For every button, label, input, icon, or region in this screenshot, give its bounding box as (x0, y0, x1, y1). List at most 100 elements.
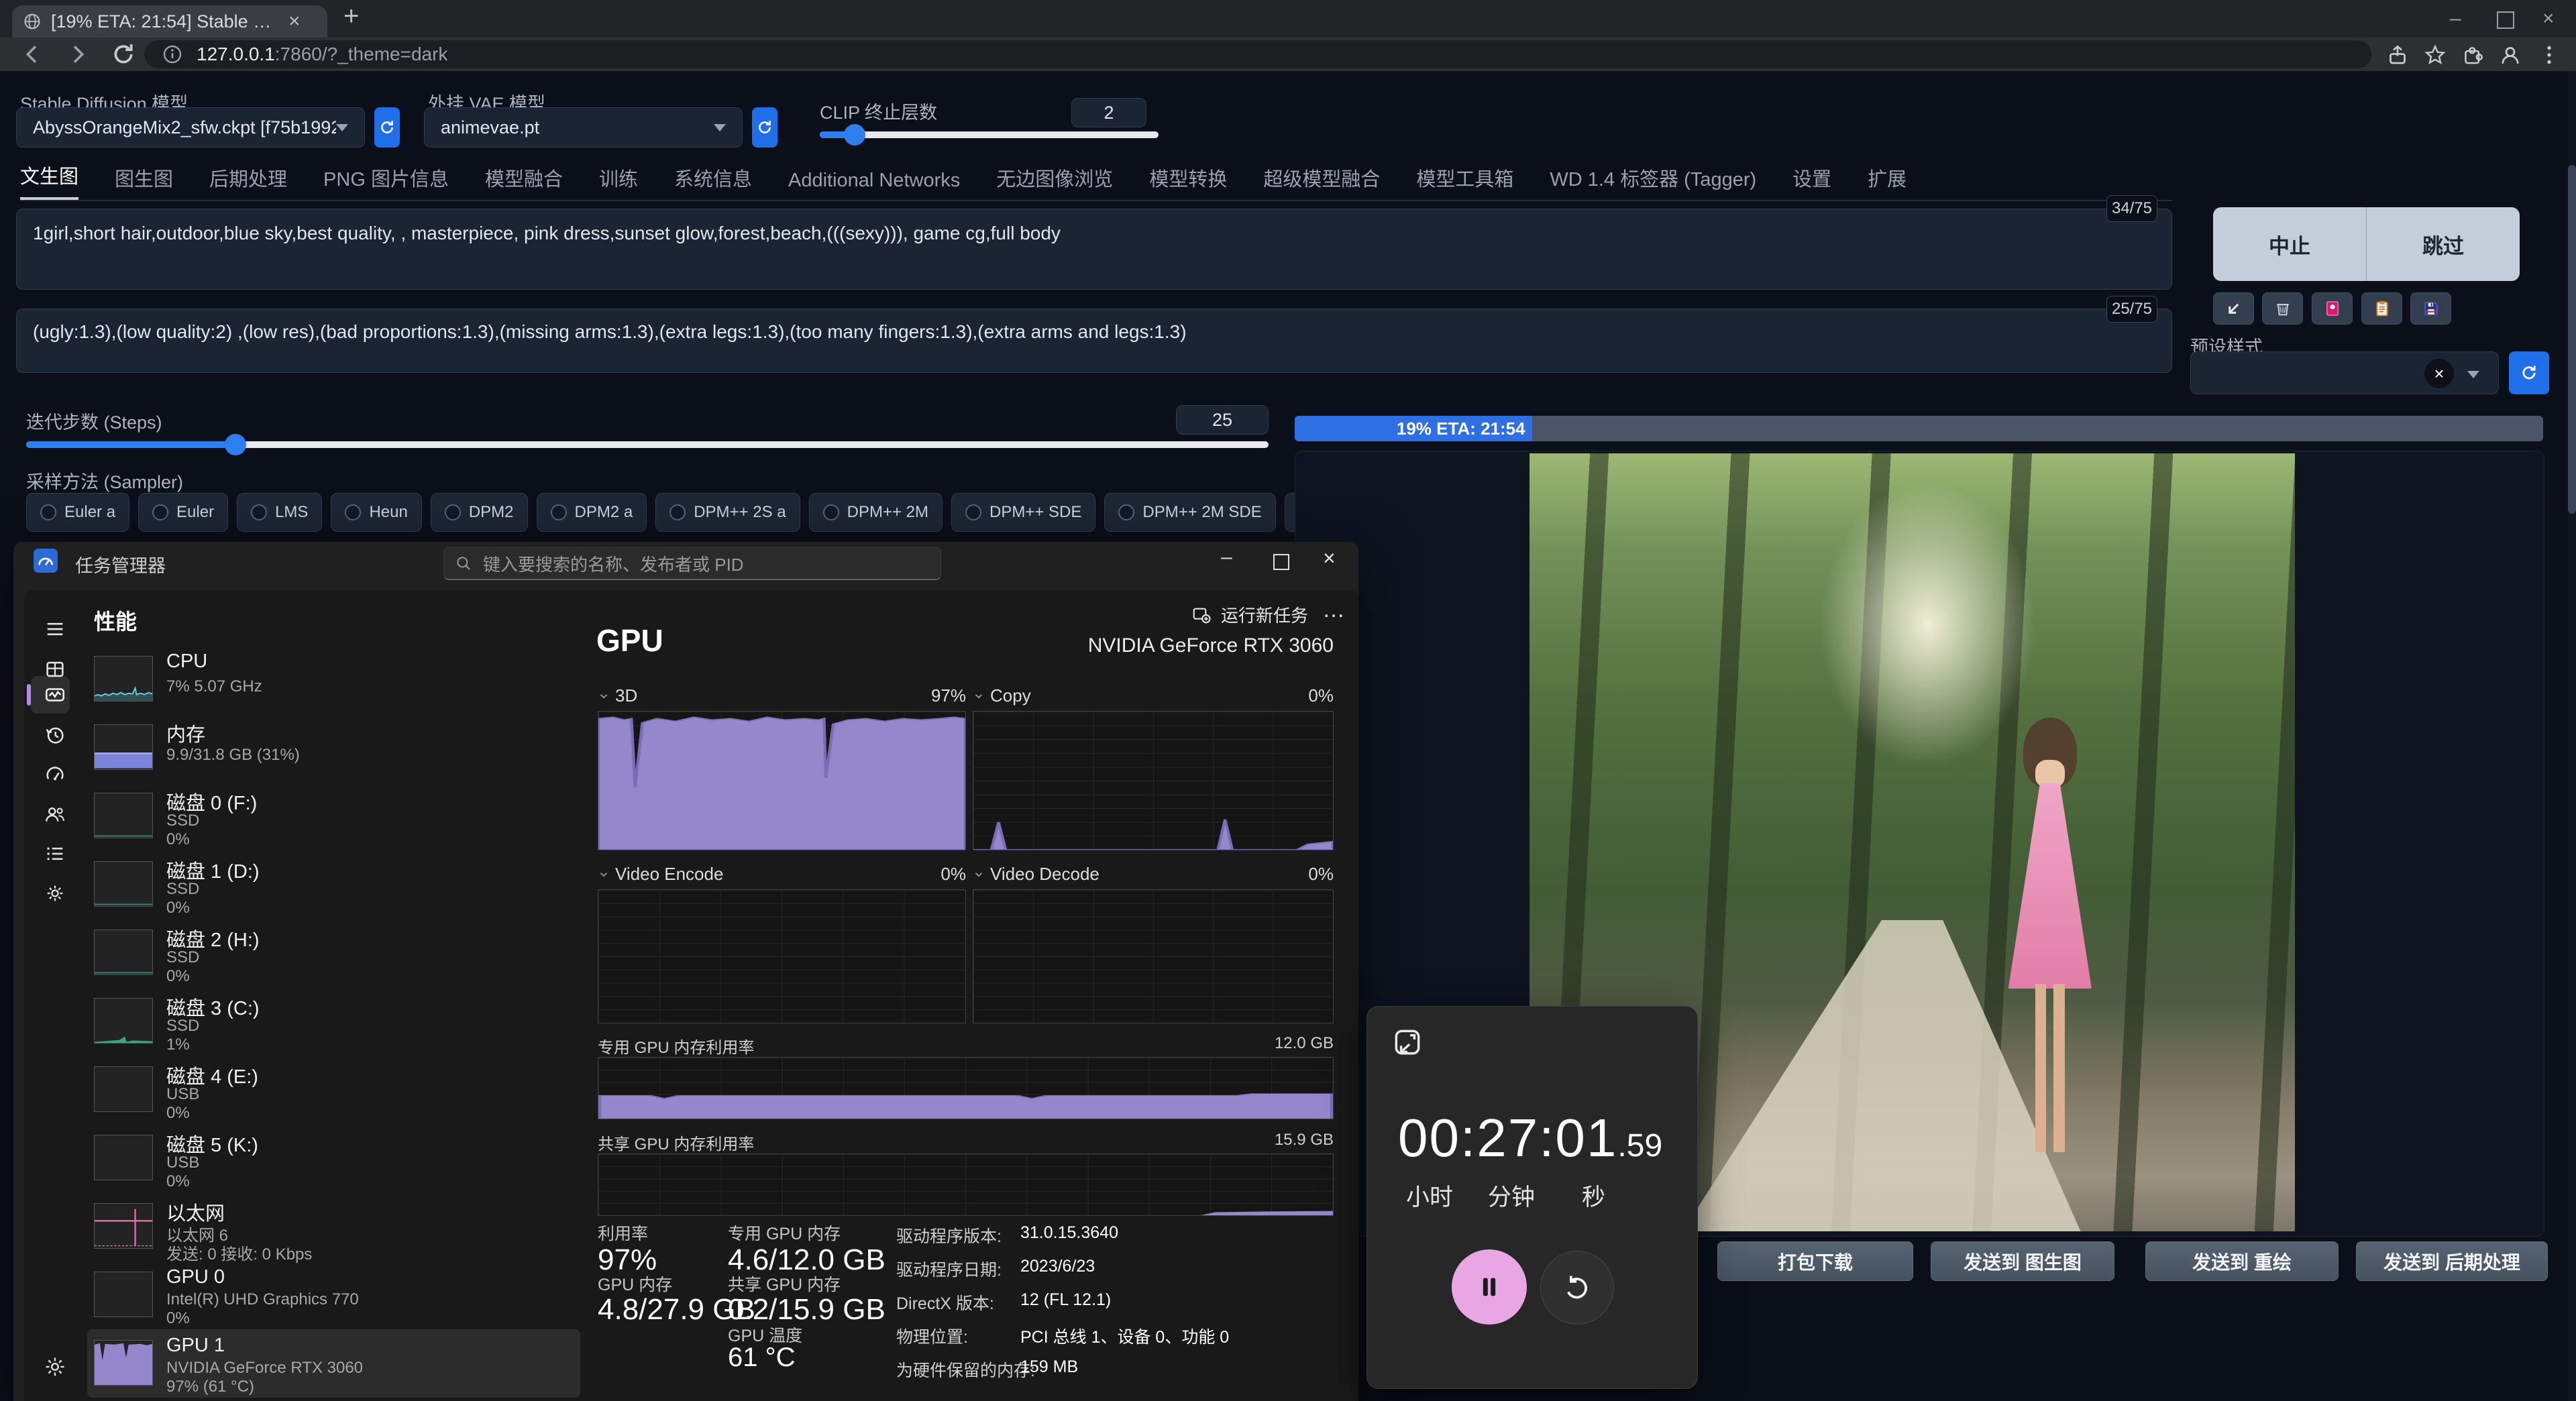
vae-refresh-button[interactable] (752, 107, 777, 148)
page-scrollbar[interactable] (2568, 71, 2576, 1401)
clear-trash-button[interactable] (2262, 292, 2303, 325)
sampler-option[interactable]: Heun (331, 493, 421, 532)
window-minimize-button[interactable]: – (2450, 0, 2461, 38)
output-button-1[interactable]: 打包下载 (1717, 1241, 1913, 1281)
perf-sidebar-item-磁盘4e[interactable]: 磁盘 4 (E:)USB0% (87, 1056, 580, 1124)
clear-selection-icon[interactable]: × (2424, 359, 2454, 388)
tab-13[interactable]: WD 1.4 标签器 (Tagger) (1550, 164, 1756, 200)
extra-networks-button[interactable] (2312, 292, 2353, 325)
rail-hamburger-menu-button[interactable] (34, 610, 76, 648)
chevron-down-icon[interactable] (973, 690, 985, 702)
sampler-option[interactable]: DPM++ SDE (951, 493, 1095, 532)
perf-sidebar-item-gpu1[interactable]: GPU 1NVIDIA GeForce RTX 306097% (61 °C) (87, 1329, 580, 1398)
reset-button[interactable] (1540, 1251, 1614, 1325)
clip-skip-value[interactable]: 2 (1071, 98, 1146, 127)
tab-10[interactable]: 模型转换 (1149, 164, 1227, 200)
run-new-task-button[interactable]: 运行新任务 (1191, 602, 1308, 627)
tab-7[interactable]: 系统信息 (674, 164, 752, 200)
sampler-option[interactable]: DPM2 (431, 493, 528, 532)
sampler-option[interactable]: DPM2 a (537, 493, 647, 532)
perf-sidebar-item-磁盘1d[interactable]: 磁盘 1 (D:)SSD0% (87, 850, 580, 919)
perf-sidebar-item-磁盘5k[interactable]: 磁盘 5 (K:)USB0% (87, 1124, 580, 1192)
window-maximize-button[interactable] (2497, 11, 2514, 29)
tab-15[interactable]: 扩展 (1868, 164, 1907, 200)
tab-3[interactable]: 后期处理 (209, 164, 287, 200)
rail-details-button[interactable] (34, 835, 76, 873)
vae-dropdown[interactable]: animevae.pt (424, 107, 743, 148)
tm-settings-button[interactable] (34, 1348, 76, 1386)
tab-6[interactable]: 训练 (599, 164, 638, 200)
chevron-down-icon[interactable] (973, 868, 985, 881)
steps-slider-handle[interactable] (225, 434, 246, 455)
clip-skip-slider-handle[interactable] (844, 124, 865, 146)
sampler-option[interactable]: DPM++ 2M SDE (1104, 493, 1275, 532)
chevron-down-icon[interactable] (598, 868, 610, 881)
perf-sidebar-item-磁盘2h[interactable]: 磁盘 2 (H:)SSD0% (87, 919, 580, 987)
rail-services-button[interactable] (34, 875, 76, 912)
extensions-puzzle-icon[interactable] (2461, 43, 2485, 67)
chevron-down-icon[interactable] (598, 690, 610, 702)
rail-app-history-button[interactable] (34, 716, 76, 754)
rail-performance-button[interactable] (34, 676, 76, 714)
negative-prompt-textarea[interactable]: (ugly:1.3),(low quality:2) ,(low res),(b… (16, 309, 2172, 373)
tab-9[interactable]: 无边图像浏览 (996, 164, 1113, 200)
sampler-option[interactable]: DPM++ 2S a (655, 493, 800, 532)
tm-maximize-button[interactable] (1273, 554, 1289, 570)
skip-button[interactable]: 跳过 (2367, 207, 2520, 281)
share-icon[interactable] (2385, 43, 2410, 67)
perf-sidebar-item-以太网[interactable]: 以太网以太网 6发送: 0 接收: 0 Kbps (87, 1192, 580, 1261)
output-button-2[interactable]: 发送到 图生图 (1931, 1241, 2114, 1281)
rail-users-button[interactable] (34, 795, 76, 833)
browser-tab[interactable]: [19% ETA: 21:54] Stable Diffu × (12, 5, 327, 38)
output-button-3[interactable]: 发送到 重绘 (2145, 1241, 2339, 1281)
tab-5[interactable]: 模型融合 (485, 164, 563, 200)
forward-icon[interactable] (64, 41, 91, 68)
perf-sidebar-item-gpu0[interactable]: GPU 0Intel(R) UHD Graphics 7700% (87, 1261, 580, 1329)
output-button-4[interactable]: 发送到 后期处理 (2356, 1241, 2548, 1281)
tab-close-icon[interactable]: × (288, 10, 301, 33)
window-close-button[interactable]: × (2542, 0, 2555, 38)
menu-kebab-icon[interactable] (2537, 43, 2561, 67)
model-refresh-button[interactable] (374, 107, 400, 148)
tab-2[interactable]: 图生图 (115, 164, 173, 200)
interrupt-button[interactable]: 中止 (2213, 207, 2367, 281)
tab-11[interactable]: 超级模型融合 (1263, 164, 1380, 200)
perf-sidebar-item-cpu[interactable]: CPU7% 5.07 GHz (87, 645, 580, 714)
rail-startup-apps-button[interactable] (34, 756, 76, 793)
profile-avatar-icon[interactable] (2498, 43, 2522, 67)
apply-style-clipboard-button[interactable] (2361, 292, 2402, 325)
model-dropdown[interactable]: AbyssOrangeMix2_sfw.ckpt [f75b19923f] (16, 107, 365, 148)
task-manager-search[interactable]: 键入要搜索的名称、发布者或 PID (443, 547, 941, 580)
perf-sidebar-item-内存[interactable]: 内存9.9/31.8 GB (31%) (87, 714, 580, 782)
paste-arrow-button[interactable] (2213, 292, 2254, 325)
back-icon[interactable] (19, 41, 46, 68)
sampler-option[interactable]: DPM++ 2M (809, 493, 943, 532)
sampler-option[interactable]: LMS (237, 493, 322, 532)
restore-window-icon[interactable] (1391, 1025, 1424, 1059)
clip-skip-slider[interactable] (820, 131, 1159, 138)
perf-sidebar-item-磁盘3c[interactable]: 磁盘 3 (C:)SSD1% (87, 987, 580, 1056)
tab-14[interactable]: 设置 (1792, 164, 1831, 200)
prompt-textarea[interactable]: 1girl,short hair,outdoor,blue sky,best q… (16, 209, 2172, 290)
bookmark-star-icon[interactable] (2423, 43, 2447, 67)
site-info-icon[interactable] (162, 44, 183, 65)
sampler-option[interactable]: Euler a (26, 493, 129, 532)
more-options-button[interactable]: … (1322, 597, 1345, 623)
reload-icon[interactable] (110, 41, 137, 68)
sampler-option[interactable]: Euler (138, 493, 228, 532)
steps-slider[interactable] (26, 441, 1269, 448)
tm-minimize-button[interactable]: – (1221, 546, 1232, 569)
pause-button[interactable] (1452, 1249, 1527, 1325)
tm-close-button[interactable]: × (1323, 546, 1336, 571)
tab-12[interactable]: 模型工具箱 (1416, 164, 1513, 200)
tab-1[interactable]: 文生图 (20, 161, 78, 200)
tab-8[interactable]: Additional Networks (788, 170, 960, 200)
new-tab-button[interactable]: + (343, 1, 359, 32)
styles-dropdown[interactable]: × (2190, 351, 2499, 394)
steps-value[interactable]: 25 (1176, 405, 1269, 435)
url-bar[interactable]: 127.0.0.1:7860/?_theme=dark (144, 40, 2371, 68)
tab-4[interactable]: PNG 图片信息 (323, 164, 449, 200)
perf-sidebar-item-磁盘0f[interactable]: 磁盘 0 (F:)SSD0% (87, 782, 580, 850)
styles-refresh-button[interactable] (2509, 351, 2549, 394)
save-style-floppy-button[interactable] (2410, 292, 2451, 325)
